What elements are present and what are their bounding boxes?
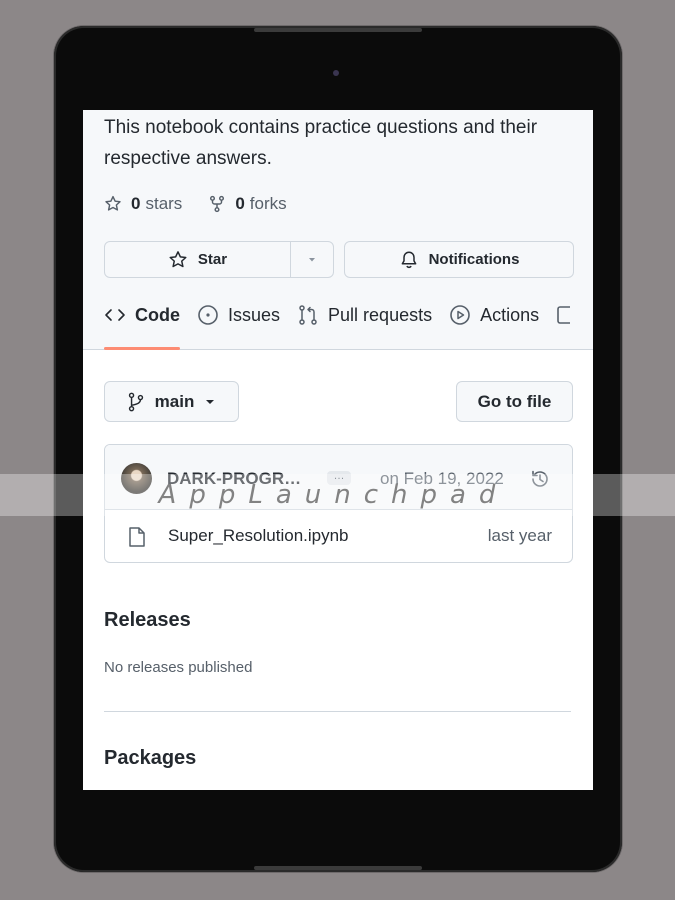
branch-selector[interactable]: main [104, 381, 239, 422]
repo-tabs: Code Issues Pull requests Actions [104, 293, 593, 350]
camera-icon [333, 70, 339, 76]
star-button-label: Star [197, 251, 228, 268]
action-buttons: Star Notifications [104, 241, 574, 278]
tab-pull-requests[interactable]: Pull requests [297, 293, 432, 337]
caret-down-icon [309, 257, 315, 261]
repo-description: This notebook contains practice question… [104, 117, 538, 169]
file-updated: last year [487, 526, 552, 545]
tab-code[interactable]: Code [104, 293, 180, 350]
bell-icon [401, 251, 416, 268]
fork-icon [210, 195, 225, 213]
releases-heading[interactable]: Releases [104, 609, 191, 632]
repo-stats: 0 stars 0 forks [104, 194, 313, 214]
repo-header: This notebook contains practice question… [83, 110, 593, 350]
issue-icon [198, 305, 218, 325]
star-button-group: Star [104, 241, 334, 278]
branch-label: main [154, 391, 195, 411]
forks-link[interactable]: 0 forks [208, 194, 287, 214]
file-name[interactable]: Super_Resolution.ipynb [168, 526, 349, 546]
star-button[interactable]: Star [105, 242, 290, 277]
file-icon [129, 527, 145, 547]
tab-projects-partial[interactable] [556, 293, 579, 337]
star-icon [105, 195, 121, 211]
play-icon [450, 305, 470, 325]
table-icon [557, 306, 571, 324]
notifications-label: Notifications [428, 251, 520, 268]
tab-issues[interactable]: Issues [197, 293, 280, 337]
stars-link[interactable]: 0 stars [104, 194, 182, 214]
forks-label: forks [249, 194, 287, 213]
caret-down-icon [206, 399, 215, 404]
star-list-dropdown[interactable] [291, 242, 333, 277]
go-to-file-button[interactable]: Go to file [456, 381, 573, 422]
speaker-bottom [254, 866, 422, 870]
code-icon [105, 309, 125, 321]
screen: This notebook contains practice question… [83, 110, 593, 790]
packages-heading[interactable]: Packages [104, 747, 196, 770]
pull-request-icon [299, 305, 317, 325]
star-icon [169, 250, 187, 267]
tab-actions-label: Actions [480, 304, 540, 325]
watermark-text: AppLaunchpad [158, 480, 509, 510]
divider [104, 711, 571, 712]
branch-icon [128, 392, 143, 411]
stars-count: 0 [131, 194, 141, 213]
forks-count: 0 [235, 194, 245, 213]
notifications-button[interactable]: Notifications [344, 241, 574, 278]
releases-empty-text: No releases published [104, 659, 253, 676]
watermark-banner: AppLaunchpad [0, 474, 675, 516]
tab-actions[interactable]: Actions [449, 293, 539, 337]
stars-label: stars [145, 194, 183, 213]
tab-pull-requests-label: Pull requests [328, 304, 433, 325]
speaker-top [254, 28, 422, 32]
tab-code-label: Code [135, 304, 180, 325]
list-item[interactable]: Super_Resolution.ipynb last year [105, 510, 572, 562]
tab-issues-label: Issues [228, 304, 281, 325]
